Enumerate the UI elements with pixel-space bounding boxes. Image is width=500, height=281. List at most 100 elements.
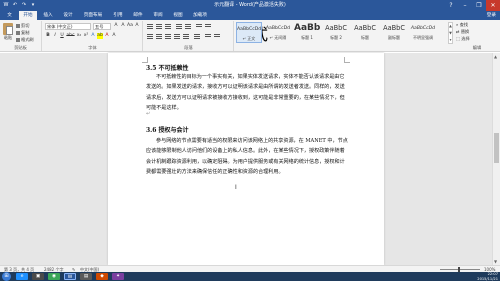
change-case-button[interactable]: Aa — [127, 23, 133, 29]
style-subtitle[interactable]: AaBbC 副标题 — [381, 22, 407, 43]
bold-button[interactable]: B — [45, 33, 51, 39]
line-spacing-icon[interactable] — [194, 33, 200, 39]
tab-home[interactable]: 开始 — [19, 11, 37, 20]
signin-link[interactable]: 登录 — [487, 11, 496, 20]
start-button[interactable]: ⊞ — [2, 272, 11, 281]
style-heading-1-sample: AaBb — [294, 23, 320, 33]
grow-font-button[interactable]: A — [113, 23, 119, 29]
style-normal[interactable]: AaBbCcDd ↵ 正文 — [236, 22, 262, 43]
subscript-button[interactable]: x₂ — [76, 33, 82, 39]
style-no-spacing[interactable]: AaBbCcDd ↵ 无间隔 — [265, 22, 291, 43]
restore-button[interactable]: ❐ — [472, 0, 486, 11]
font-size-buttons: A A Aa A — [113, 23, 140, 29]
style-title-name: 标题 — [361, 35, 369, 40]
paste-button[interactable]: 粘贴 — [2, 22, 14, 40]
browser-taskbar-icon[interactable]: ◉ — [48, 273, 60, 280]
format-painter-button[interactable]: 格式刷 — [16, 37, 34, 43]
ribbon: 粘贴 剪切 复制 格式刷 剪贴板 宋体 (中文正) 五号 A A Aa A B … — [0, 20, 500, 52]
style-subtle-emphasis[interactable]: AaBbCcDd 不明显强调 — [410, 22, 436, 43]
find-button[interactable]: ⌕ 查找 — [456, 21, 498, 28]
replace-button[interactable]: ⇄ 替换 — [456, 28, 498, 35]
tab-references[interactable]: 引用 — [109, 11, 127, 20]
media-taskbar-icon[interactable]: ◆ — [96, 273, 108, 280]
styles-gallery-scroll[interactable]: ▲ ▼ ▾ — [448, 22, 453, 44]
tab-insert[interactable]: 插入 — [39, 11, 57, 20]
scroll-down-icon[interactable]: ▼ — [494, 259, 497, 264]
scroll-thumb[interactable] — [494, 133, 499, 163]
decrease-indent-icon[interactable] — [176, 23, 182, 29]
ie-taskbar-icon[interactable]: e — [16, 273, 28, 280]
tool-taskbar-icon[interactable]: ✦ — [112, 273, 124, 280]
multilevel-list-icon[interactable] — [165, 23, 171, 29]
close-button[interactable]: ✕ — [486, 0, 500, 11]
style-title-sample: AaBbC — [354, 24, 376, 32]
bullets-icon[interactable] — [147, 23, 153, 29]
help-button[interactable]: ? — [444, 0, 458, 11]
paragraph-group-label: 段落 — [184, 45, 193, 50]
tab-addins[interactable]: 加载项 — [189, 11, 211, 20]
shrink-font-button[interactable]: A — [120, 23, 126, 29]
style-heading-1[interactable]: AaBb 标题 1 — [294, 22, 320, 43]
document-page[interactable]: 3.5 不可抵赖性 不可抵赖性的目标为一个事实有关，如果实体发送请求，实体不能否… — [108, 53, 384, 265]
paste-label: 粘贴 — [4, 35, 12, 40]
style-title[interactable]: AaBbC 标题 — [352, 22, 378, 43]
find-label: 查找 — [459, 22, 469, 27]
align-right-icon[interactable] — [165, 33, 171, 39]
show-marks-icon[interactable] — [205, 23, 211, 29]
clear-format-button[interactable]: A — [134, 23, 140, 29]
app-taskbar-icon[interactable]: ▤ — [80, 273, 92, 280]
increase-indent-icon[interactable] — [185, 23, 191, 29]
select-label: 选择 — [461, 36, 470, 41]
copy-button[interactable]: 复制 — [16, 30, 29, 36]
align-left-icon[interactable] — [147, 33, 153, 39]
select-button[interactable]: ⬚ 选择 — [456, 35, 498, 42]
text-effects-button[interactable]: A — [90, 33, 96, 39]
system-clock[interactable]: 22:07 2015/11/21 — [477, 272, 498, 281]
editing-group: ⌕ 查找 ⇄ 替换 ⬚ 选择 编辑 — [456, 21, 498, 51]
scroll-up-icon[interactable]: ▲ — [494, 54, 497, 59]
ribbon-tabs: 文件 开始 插入 设计 页面布局 引用 邮件 审阅 视图 加载项 登录 — [0, 11, 500, 27]
paragraph-non-repudiation[interactable]: 不可抵赖性的目标为一个事实有关，如果实体发送请求，实体不能否认该请求是由它发送的… — [146, 72, 348, 113]
paragraph-group: 段落 — [144, 21, 234, 51]
margin-mark-top-right — [344, 57, 350, 63]
char-shading-button[interactable]: A — [111, 33, 117, 39]
highlight-button[interactable]: ab — [97, 33, 103, 39]
sort-icon[interactable] — [196, 23, 202, 29]
tab-view[interactable]: 视图 — [169, 11, 187, 20]
tab-review[interactable]: 审阅 — [149, 11, 167, 20]
numbering-icon[interactable] — [156, 23, 162, 29]
italic-button[interactable]: I — [52, 33, 58, 39]
paragraph-authorization[interactable]: 参与网络的节点需要有适当的权限来访问该网络上的共享资源，在 MANET 中，节点… — [146, 136, 348, 177]
explorer-taskbar-icon[interactable]: ▣ — [32, 273, 44, 280]
justify-icon[interactable] — [174, 33, 180, 39]
minimize-button[interactable]: – — [458, 0, 472, 11]
font-format-buttons: B I U abc x₂ x² A ab A A — [45, 33, 117, 39]
underline-button[interactable]: U — [59, 33, 65, 39]
font-group-label: 字体 — [88, 45, 97, 50]
strikethrough-button[interactable]: abc — [66, 33, 75, 39]
style-heading-2-sample: AaBbC — [325, 24, 347, 32]
editing-group-label: 编辑 — [472, 45, 482, 50]
distributed-icon[interactable] — [183, 33, 189, 39]
style-heading-2[interactable]: AaBbC 标题 2 — [323, 22, 349, 43]
style-no-spacing-name: ↵ 无间隔 — [269, 35, 287, 40]
vertical-scrollbar[interactable]: ▲ ▼ — [492, 53, 500, 265]
superscript-button[interactable]: x² — [83, 33, 89, 39]
window-title: 示元翻译 - Word(产品激活失败) — [214, 2, 286, 8]
font-color-button[interactable]: A — [104, 33, 110, 39]
format-painter-label: 格式刷 — [21, 37, 34, 42]
cut-button[interactable]: 剪切 — [16, 23, 29, 29]
tab-mailings[interactable]: 邮件 — [129, 11, 147, 20]
word-taskbar-icon[interactable]: W — [64, 273, 76, 280]
font-size-select[interactable]: 五号 — [93, 23, 111, 30]
align-center-icon[interactable] — [156, 33, 162, 39]
shading-icon[interactable] — [205, 33, 211, 39]
tab-page-layout[interactable]: 页面布局 — [79, 11, 107, 20]
title-bar: W ↶ ↷ ▾ 示元翻译 - Word(产品激活失败) ? – ❐ ✕ — [0, 0, 500, 11]
tab-file[interactable]: 文件 — [2, 11, 17, 27]
zoom-slider[interactable] — [440, 269, 480, 270]
font-name-select[interactable]: 宋体 (中文正) — [45, 23, 91, 30]
tab-design[interactable]: 设计 — [59, 11, 77, 20]
borders-icon[interactable] — [214, 33, 220, 39]
style-heading-2-name: 标题 2 — [330, 35, 342, 40]
